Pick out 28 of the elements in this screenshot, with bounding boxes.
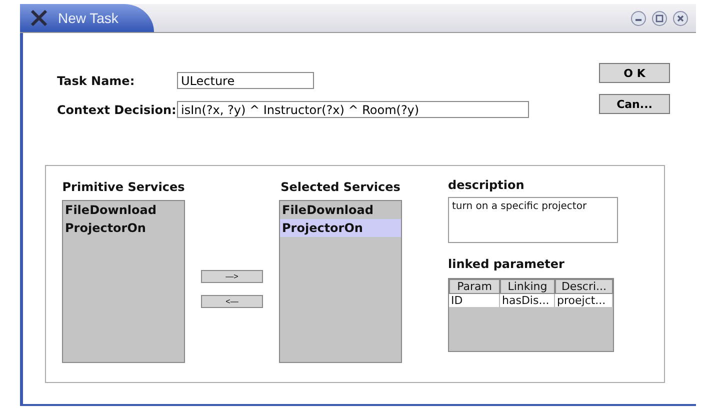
x-logo-icon	[30, 10, 48, 26]
ok-button[interactable]: O K	[599, 63, 670, 83]
list-item[interactable]: FileDownload	[63, 201, 184, 219]
window-title: New Task	[58, 10, 118, 26]
add-button[interactable]: —>	[201, 270, 263, 283]
selected-services-heading: Selected Services	[280, 180, 400, 194]
remove-button[interactable]: <—	[201, 295, 263, 308]
column-header[interactable]: Linking	[500, 279, 555, 294]
list-item[interactable]: FileDownload	[280, 201, 401, 219]
task-name-field[interactable]: ULecture	[177, 72, 314, 89]
close-button[interactable]	[673, 10, 688, 26]
linked-parameter-label: linked parameter	[448, 257, 566, 271]
context-decision-label: Context Decision:	[56, 102, 177, 116]
context-decision-field[interactable]: isIn(?x, ?y) ^ Instructor(?x) ^ Room(?y)	[177, 101, 529, 118]
table-cell: proejct...	[555, 294, 613, 307]
column-header[interactable]: Param	[449, 279, 500, 294]
task-name-label: Task Name:	[56, 74, 136, 88]
list-item[interactable]: ProjectorOn	[63, 219, 184, 237]
table-cell: ID	[449, 294, 500, 307]
description-label: description	[448, 178, 526, 192]
minimize-button[interactable]	[631, 10, 646, 26]
primitive-services-heading: Primitive Services	[62, 180, 185, 194]
maximize-button[interactable]	[652, 10, 667, 26]
table-cell: hasDis...	[500, 294, 555, 307]
list-item[interactable]: ProjectorOn	[280, 219, 401, 237]
cancel-button[interactable]: Can...	[599, 94, 670, 114]
column-header[interactable]: Descri...	[555, 279, 613, 294]
description-field[interactable]: turn on a specific projector	[448, 197, 618, 243]
